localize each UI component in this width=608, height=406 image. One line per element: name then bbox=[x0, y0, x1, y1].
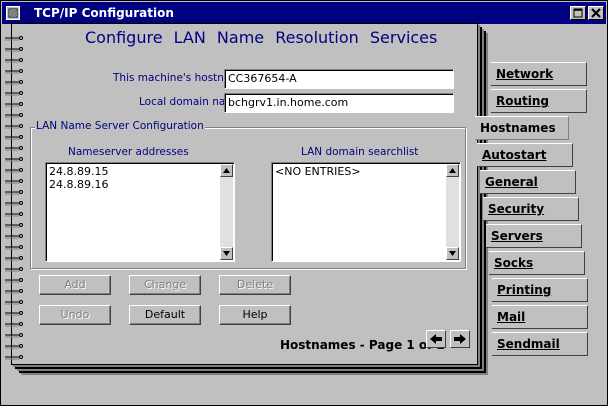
spiral-ring-icon bbox=[3, 178, 23, 184]
window-title: TCP/IP Configuration bbox=[34, 6, 174, 20]
prev-page-button[interactable] bbox=[426, 330, 446, 348]
arrow-down-icon bbox=[223, 251, 230, 256]
tab-socks[interactable]: Socks bbox=[489, 251, 585, 275]
spiral-ring-icon bbox=[3, 68, 23, 74]
tab-general[interactable]: General bbox=[480, 170, 576, 194]
spiral-ring-icon bbox=[3, 134, 23, 140]
spiral-ring-icon bbox=[3, 211, 23, 217]
spiral-ring-icon bbox=[3, 57, 23, 63]
spiral-ring-icon bbox=[3, 90, 23, 96]
arrow-up-icon bbox=[223, 168, 230, 173]
undo-button[interactable]: Undo bbox=[39, 305, 111, 325]
spiral-ring-icon bbox=[3, 321, 23, 327]
title-bar[interactable]: TCP/IP Configuration bbox=[2, 2, 606, 24]
right-arrow-icon bbox=[454, 334, 466, 344]
maximize-button[interactable] bbox=[570, 6, 586, 20]
spiral-ring-icon bbox=[3, 310, 23, 316]
spiral-ring-icon bbox=[3, 79, 23, 85]
spiral-ring-icon bbox=[3, 244, 23, 250]
tcpip-window: TCP/IP Configuration Configure LAN Name … bbox=[0, 0, 608, 406]
spiral-ring-icon bbox=[3, 343, 23, 349]
scroll-down-button[interactable] bbox=[220, 247, 233, 260]
arrow-up-icon bbox=[449, 168, 456, 173]
close-button[interactable] bbox=[588, 6, 604, 20]
tab-security[interactable]: Security bbox=[483, 197, 579, 221]
help-button[interactable]: Help bbox=[219, 305, 291, 325]
default-button[interactable]: Default bbox=[129, 305, 201, 325]
tab-hostnames[interactable]: Hostnames bbox=[475, 116, 569, 140]
nameserver-label: Nameserver addresses bbox=[68, 146, 189, 158]
list-item[interactable]: <NO ENTRIES> bbox=[275, 165, 361, 178]
next-page-button[interactable] bbox=[450, 330, 470, 348]
spiral-ring-icon bbox=[3, 255, 23, 261]
scroll-up-button[interactable] bbox=[446, 164, 459, 177]
spiral-ring-icon bbox=[3, 123, 23, 129]
spiral-ring-icon bbox=[3, 112, 23, 118]
list-item[interactable]: 24.8.89.15 bbox=[49, 165, 108, 178]
domain-input[interactable]: bchgrv1.in.home.com bbox=[224, 93, 454, 113]
add-button[interactable]: Add bbox=[39, 275, 111, 295]
spiral-ring-icon bbox=[3, 189, 23, 195]
maximize-icon bbox=[573, 8, 583, 18]
spiral-ring-icon bbox=[3, 299, 23, 305]
spiral-ring-icon bbox=[3, 288, 23, 294]
tab-sendmail[interactable]: Sendmail bbox=[492, 332, 588, 356]
spiral-ring-icon bbox=[3, 354, 23, 360]
arrow-down-icon bbox=[449, 251, 456, 256]
hostname-input[interactable]: CC367654-A bbox=[224, 69, 454, 89]
scroll-down-button[interactable] bbox=[446, 247, 459, 260]
tab-routing[interactable]: Routing bbox=[491, 89, 587, 113]
tab-network[interactable]: Network bbox=[491, 62, 587, 86]
searchlist-label: LAN domain searchlist bbox=[301, 146, 419, 158]
close-icon bbox=[591, 8, 601, 18]
list-item[interactable]: 24.8.89.16 bbox=[49, 178, 108, 191]
spiral-ring-icon bbox=[3, 101, 23, 107]
spiral-ring-icon bbox=[3, 46, 23, 52]
spiral-ring-icon bbox=[3, 145, 23, 151]
spiral-ring-icon bbox=[3, 222, 23, 228]
spiral-ring-icon bbox=[3, 233, 23, 239]
spiral-ring-icon bbox=[3, 277, 23, 283]
tab-servers[interactable]: Servers bbox=[486, 224, 582, 248]
left-arrow-icon bbox=[430, 334, 442, 344]
scroll-up-button[interactable] bbox=[220, 164, 233, 177]
scrollbar[interactable] bbox=[220, 164, 233, 260]
tab-mail[interactable]: Mail bbox=[492, 305, 588, 329]
change-button[interactable]: Change bbox=[129, 275, 201, 295]
page-indicator: Hostnames - Page 1 of 2 bbox=[280, 338, 445, 352]
scrollbar[interactable] bbox=[446, 164, 459, 260]
page-heading: Configure LAN Name Resolution Services bbox=[85, 28, 438, 47]
tab-printing[interactable]: Printing bbox=[492, 278, 588, 302]
spiral-ring-icon bbox=[3, 266, 23, 272]
group-title: LAN Name Server Configuration bbox=[35, 120, 205, 132]
spiral-ring-icon bbox=[3, 200, 23, 206]
system-menu-icon[interactable] bbox=[6, 6, 20, 20]
searchlist-list[interactable]: <NO ENTRIES> bbox=[271, 162, 461, 262]
spiral-ring-icon bbox=[3, 156, 23, 162]
spiral-ring-icon bbox=[3, 35, 23, 41]
delete-button[interactable]: Delete bbox=[219, 275, 291, 295]
nameserver-list[interactable]: 24.8.89.15 24.8.89.16 bbox=[45, 162, 235, 262]
spiral-ring-icon bbox=[3, 332, 23, 338]
spiral-ring-icon bbox=[3, 167, 23, 173]
tab-autostart[interactable]: Autostart bbox=[477, 143, 573, 167]
